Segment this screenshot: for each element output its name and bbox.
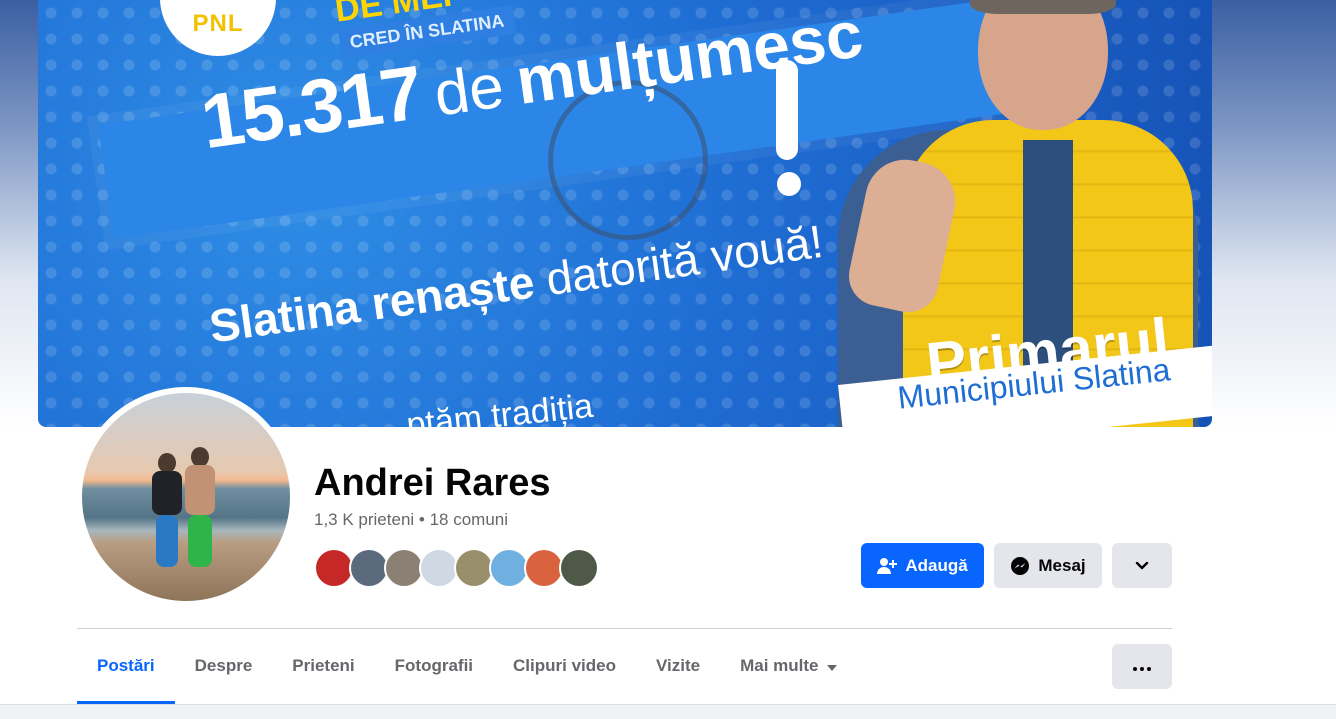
tab-fotografii[interactable]: Fotografii (375, 630, 493, 702)
chevron-down-icon (1135, 561, 1149, 571)
tab-label: Fotografii (394, 656, 474, 675)
tab-clipuri-video[interactable]: Clipuri video (493, 630, 636, 702)
exclamation-mark (773, 60, 801, 200)
tab-label: Despre (194, 656, 253, 675)
tab-label: Clipuri video (513, 656, 616, 675)
profile-divider (77, 628, 1172, 629)
tab-mai-multe[interactable]: Mai multe (720, 630, 856, 702)
tab-despre[interactable]: Despre (175, 630, 273, 702)
tab-label: Prieteni (292, 656, 355, 675)
tab-label: Mai multe (740, 656, 819, 675)
add-friend-button[interactable]: Adaugă (861, 543, 984, 588)
cover-headline-de: de (430, 51, 509, 130)
profile-tabs: Postări Despre Prieteni Fotografii Clipu… (77, 630, 857, 704)
cover-photo[interactable]: PNL DE MEI CRED ÎN SLATINA 15.317demulțu… (38, 0, 1212, 427)
friend-avatar[interactable] (524, 548, 564, 588)
feed-background-strip (0, 704, 1336, 719)
profile-avatar-frame[interactable] (76, 387, 296, 607)
tab-label: Vizite (656, 656, 701, 675)
profile-name: Andrei Rares (314, 462, 551, 504)
messenger-icon (1010, 556, 1030, 576)
add-friend-icon (877, 557, 898, 575)
add-friend-label: Adaugă (905, 555, 968, 575)
friend-avatar[interactable] (349, 548, 389, 588)
friend-avatar[interactable] (314, 548, 354, 588)
friend-avatar[interactable] (559, 548, 599, 588)
profile-avatar[interactable] (82, 393, 290, 601)
profile-options-button[interactable] (1112, 543, 1172, 588)
tab-vizite[interactable]: Vizite (636, 630, 720, 702)
more-options-button[interactable] (1112, 644, 1172, 689)
friend-avatar[interactable] (454, 548, 494, 588)
friend-avatar[interactable] (384, 548, 424, 588)
party-logo-text: PNL (192, 10, 244, 37)
tab-prieteni[interactable]: Prieteni (272, 630, 374, 702)
caret-down-icon (826, 656, 837, 676)
tab-label: Postări (97, 656, 155, 675)
tab-postari[interactable]: Postări (77, 630, 175, 704)
more-dots-icon (1133, 658, 1151, 676)
profile-friend-stats[interactable]: 1,3 K prieteni • 18 comuni (314, 510, 508, 530)
friend-avatar[interactable] (489, 548, 529, 588)
message-button[interactable]: Mesaj (994, 543, 1102, 588)
friend-avatar[interactable] (419, 548, 459, 588)
message-label: Mesaj (1038, 555, 1086, 575)
mutual-friends-avatars[interactable] (314, 548, 599, 588)
